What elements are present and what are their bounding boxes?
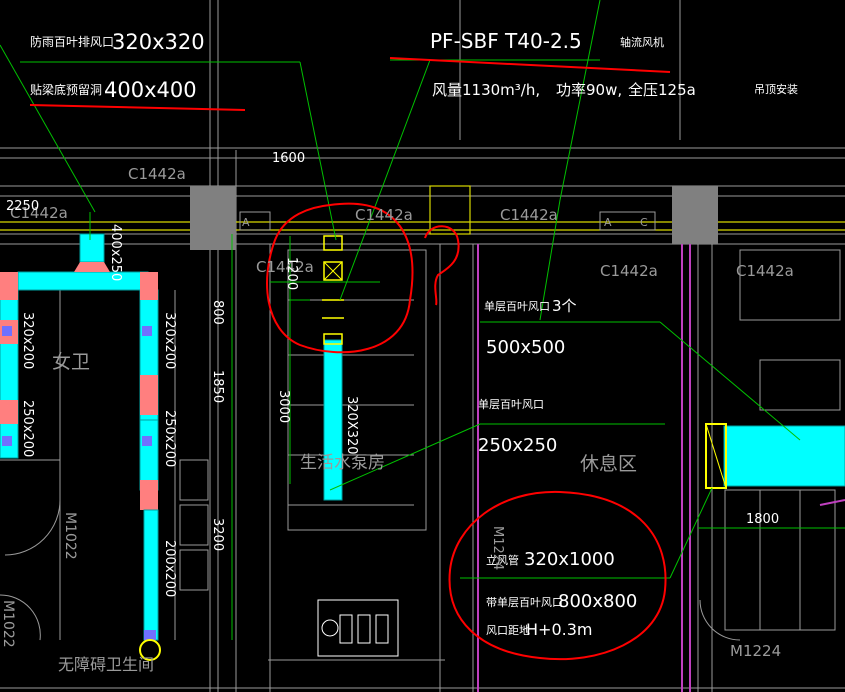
louver-single2-size: 250x250 [478,435,557,456]
room-womens-toilet: 女卫 [52,351,90,373]
beam-opening-size: 400x400 [104,78,197,102]
dim-1200: 1200 [284,257,299,290]
dim-3200: 3200 [210,518,225,551]
louver-single-size: 500x500 [486,337,565,358]
door-m1224-a: M1224 [490,526,505,570]
fire-grille-label: 防雨百叶排风口 [30,34,114,49]
room-accessible-toilet: 无障碍卫生间 [58,655,154,674]
duct-320x200-b: 320x200 [162,312,177,369]
marker-c2: C [640,216,648,229]
window-c1442a-1: C1442a [128,165,186,183]
riser-size: 320x1000 [524,549,615,570]
cad-drawing-canvas: A A C 防雨百叶排风口 320x320 贴梁底预留洞 400x400 PF-… [0,0,845,692]
fire-grille-size: 320x320 [112,30,205,54]
duct-system [0,233,845,661]
dim-1800: 1800 [746,512,779,527]
dim-1850: 1850 [210,370,225,403]
column-right [672,186,718,244]
door-m1022-a: M1022 [62,512,78,560]
duct-250x200-b: 250x200 [162,410,177,467]
dim-3000: 3000 [276,390,291,423]
duct-250x200-a: 250x200 [20,400,35,457]
riser-height-label: 风口距地 [486,624,530,637]
window-c1442a-7: C1442a [736,262,794,280]
duct-400x250: 400x250 [108,224,123,281]
fan-model: PF-SBF T40-2.5 [430,29,582,53]
window-c1442a-6: C1442a [600,262,658,280]
column-left [190,186,236,250]
marker-a2: A [604,216,612,229]
room-water-pump: 生活水泵房 [300,453,385,473]
door-m1224-b: M1224 [730,642,781,660]
window-c1442a-3: C1442a [355,206,413,224]
duct-200x200: 200x200 [162,540,177,597]
beam-opening-label: 贴梁底预留洞 [30,82,102,97]
fan-spec-b: 功率90w, [556,81,622,99]
duct-320x320: 320X320 [344,396,359,455]
pump-units [317,599,399,657]
room-rest-area: 休息区 [580,453,637,475]
riser-louver-label: 带单层百叶风口 [486,596,563,609]
dim-1600: 1600 [272,151,305,166]
marker-a1: A [242,216,250,229]
door-m1022-b: M1022 [0,600,16,648]
louver-single-label: 单层百叶风口 [484,300,550,313]
louver-single2-label: 单层百叶风口 [478,398,544,411]
riser-height-value: H+0.3m [526,620,592,639]
window-c1442a-4: C1442a [500,206,558,224]
dim-2250: 2250 [6,199,39,214]
duct-320x200-a: 320x200 [20,312,35,369]
riser-louver-size: 800x800 [558,591,637,612]
fan-spec-a: 风量1130m³/h, [432,81,540,99]
fan-spec-c: 全压125a [628,81,696,99]
dim-800: 800 [210,300,225,325]
louver-single-count: 3个 [552,297,577,315]
wall-lines [0,0,845,692]
ceiling-lines [0,185,845,235]
fan-type: 轴流风机 [620,35,664,49]
fan-mount: 吊顶安装 [754,82,798,96]
